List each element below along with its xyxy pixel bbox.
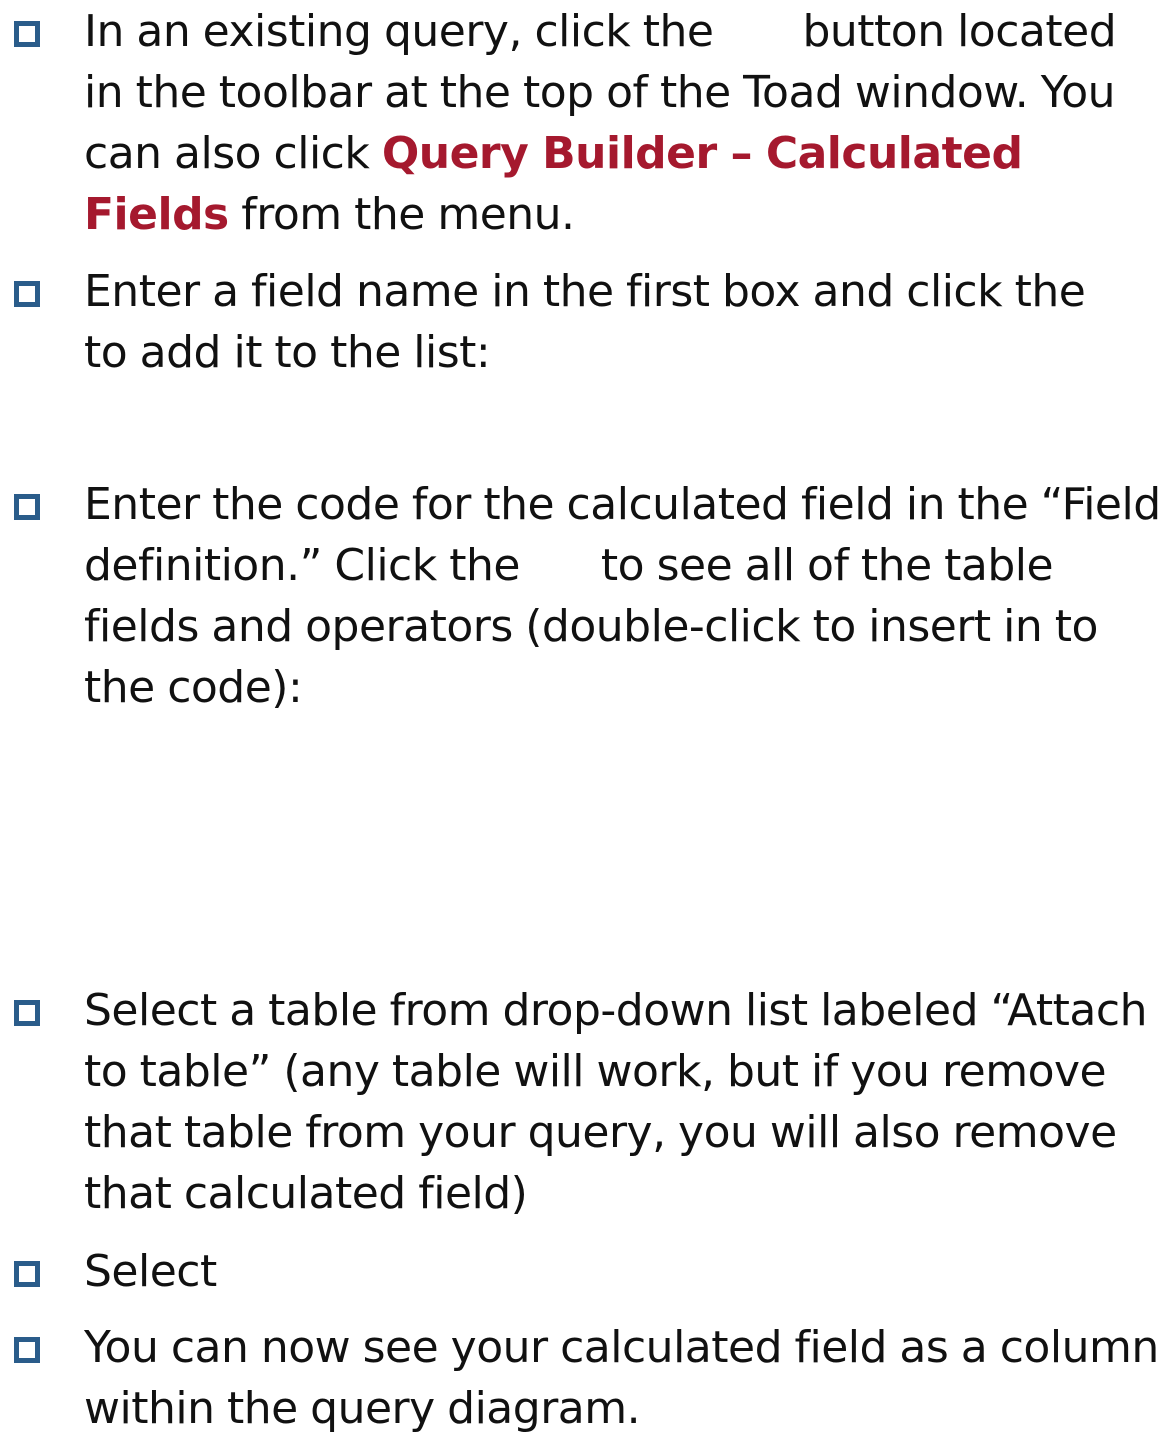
list-item: Select a table from drop-down list label… <box>14 980 1164 1224</box>
square-bullet-icon <box>14 494 40 520</box>
square-bullet-icon <box>14 1000 40 1026</box>
list-item: Select <box>14 1241 1164 1302</box>
square-bullet-icon <box>14 1337 40 1363</box>
item-text: Select a table from drop-down list label… <box>84 985 1147 1219</box>
item-text: Enter a field name in the first box and … <box>84 266 1086 317</box>
square-bullet-icon <box>14 281 40 307</box>
list-item: Enter a field name in the first box and … <box>14 261 1164 383</box>
item-text: to add it to the list: <box>84 327 491 378</box>
square-bullet-icon <box>14 1261 40 1287</box>
list-item: In an existing query, click the button l… <box>14 1 1164 245</box>
item-text: from the menu. <box>241 189 575 240</box>
instruction-list: In an existing query, click the button l… <box>0 0 1172 1434</box>
item-text: In an existing query, click the <box>84 6 714 57</box>
item-text: You can now see your calculated field as… <box>84 1322 1159 1434</box>
list-item: Enter the code for the calculated field … <box>14 474 1164 718</box>
item-text: Select <box>84 1246 217 1297</box>
list-item: You can now see your calculated field as… <box>14 1317 1164 1439</box>
square-bullet-icon <box>14 21 40 47</box>
